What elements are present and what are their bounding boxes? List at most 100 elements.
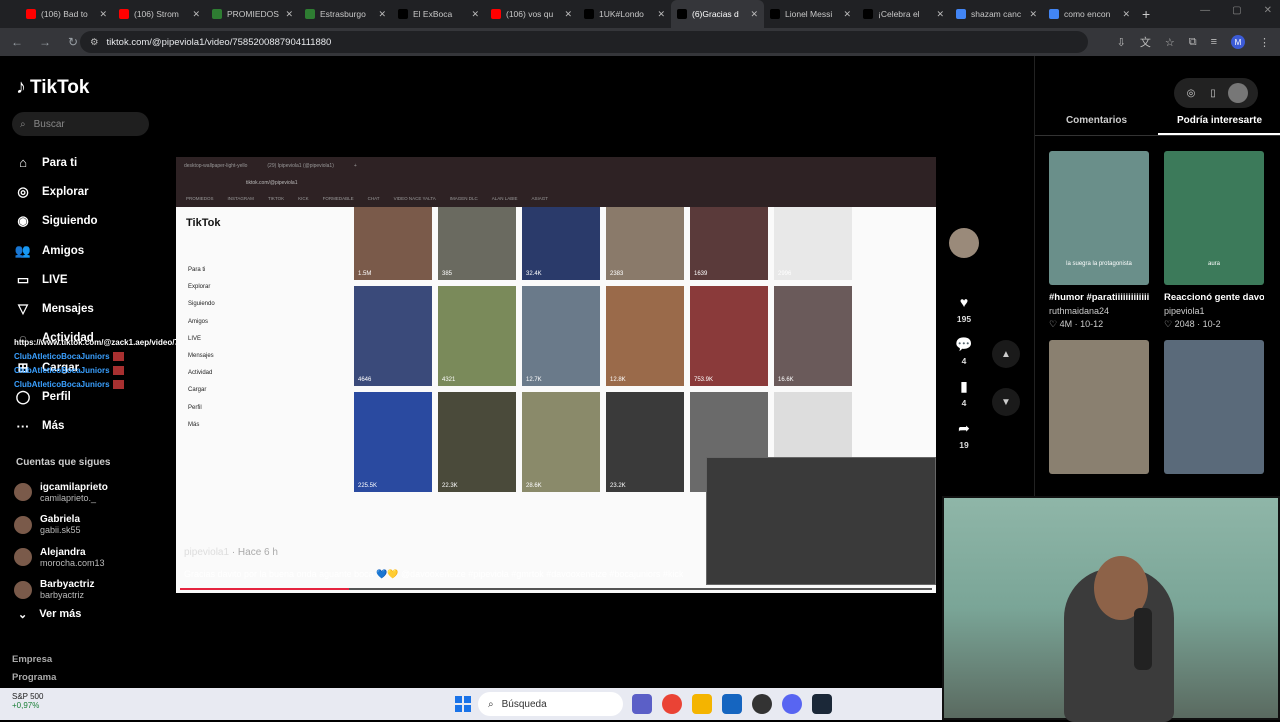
creator-avatar[interactable] [949, 228, 979, 258]
recommended-card[interactable] [1164, 340, 1264, 474]
recommended-card[interactable]: la suegra la protagonista #humor #paratii… [1049, 151, 1149, 330]
tab-close-icon[interactable]: ✕ [936, 9, 944, 20]
video-inner-tile-count: 32.4K [526, 271, 542, 277]
browser-tab[interactable]: Lionel Messi ✕ [764, 0, 857, 28]
next-video-button[interactable]: ▼ [992, 388, 1020, 416]
following-item[interactable]: igcamilaprieto camilaprieto._ [14, 476, 108, 509]
search-input[interactable]: ⌕ Buscar [12, 112, 149, 136]
browser-tab[interactable]: El ExBoca ✕ [392, 0, 485, 28]
comment-count: 4 [961, 356, 967, 366]
browser-tab[interactable]: (106) vos qu ✕ [485, 0, 578, 28]
card-title: Reaccionó gente davoo... [1164, 292, 1264, 303]
close-window-icon[interactable]: ✕ [1264, 5, 1272, 16]
card-user[interactable]: ruthmaidana24 [1049, 306, 1149, 316]
video-inner-tile-count: 2996 [778, 271, 792, 277]
tab-close-icon[interactable]: ✕ [1122, 9, 1130, 20]
browser-tab[interactable]: Estrasburgo ✕ [299, 0, 392, 28]
video-player[interactable]: desktop-wallpaper-light-yello (29) Ipipev… [176, 157, 936, 593]
store-icon[interactable] [722, 694, 742, 714]
video-scroll-controls: ▲ ▼ [992, 340, 1020, 416]
tab-close-icon[interactable]: ✕ [99, 9, 107, 20]
install-icon[interactable]: ⇩ [1117, 36, 1126, 49]
obs-icon[interactable] [752, 694, 772, 714]
following-item[interactable]: Gabriela gabii.sk55 [14, 509, 108, 542]
footer-link[interactable]: Empresa [12, 651, 56, 669]
nav-item-compass[interactable]: ◎ Explorar [14, 177, 98, 206]
video-thumbnail[interactable] [1164, 340, 1264, 474]
browser-tab[interactable]: (106) Strom ✕ [113, 0, 206, 28]
microphone-icon [1134, 608, 1152, 670]
footer-link[interactable]: Programa [12, 669, 56, 687]
nav-item-more[interactable]: ··· Más [14, 412, 98, 441]
tab-close-icon[interactable]: ✕ [564, 9, 572, 20]
comment-icon: 💬 [955, 335, 973, 352]
device-icon[interactable]: ▯ [1206, 86, 1220, 100]
save-button[interactable]: ▮ 4 [949, 374, 979, 409]
chrome-icon[interactable] [662, 694, 682, 714]
back-icon[interactable]: ← [10, 35, 24, 49]
reload-icon[interactable]: ↻ [66, 35, 80, 49]
comment-button[interactable]: 💬 4 [949, 332, 979, 367]
tab-close-icon[interactable]: ✕ [471, 9, 479, 20]
recommended-card[interactable]: aura Reaccionó gente davoo... pipeviola1 ♡ … [1164, 151, 1264, 330]
minimize-icon[interactable]: — [1200, 5, 1210, 16]
tab-close-icon[interactable]: ✕ [750, 9, 758, 20]
coin-icon[interactable]: ◎ [1184, 86, 1198, 100]
url-field[interactable]: ⚙ tiktok.com/@pipeviola1/video/758520088… [80, 31, 1088, 53]
translate-icon[interactable]: 文 [1140, 34, 1151, 50]
browser-tab[interactable]: (106) Bad to ✕ [20, 0, 113, 28]
tab-close-icon[interactable]: ✕ [378, 9, 386, 20]
windows-start-icon[interactable] [455, 696, 471, 712]
new-tab-button[interactable]: + [1142, 6, 1150, 22]
nav-item-home[interactable]: ⌂ Para ti [14, 148, 98, 177]
tab-close-icon[interactable]: ✕ [192, 9, 200, 20]
see-more-button[interactable]: ⌄ Ver más [18, 608, 81, 621]
like-button[interactable]: ♥ 195 [949, 290, 979, 324]
forward-icon[interactable]: → [38, 35, 52, 49]
browser-tab[interactable]: ¡Celebra el ✕ [857, 0, 950, 28]
media-icon[interactable]: ≡ [1211, 36, 1217, 48]
card-user[interactable]: pipeviola1 [1164, 306, 1264, 316]
nav-item-friends[interactable]: 👥 Amigos [14, 236, 98, 265]
previous-video-button[interactable]: ▲ [992, 340, 1020, 368]
bookmark-star-icon[interactable]: ☆ [1165, 36, 1175, 49]
video-thumbnail[interactable]: la suegra la protagonista [1049, 151, 1149, 285]
video-author[interactable]: pipeviola1 · Hace 6 h [184, 547, 278, 558]
recommended-card[interactable] [1049, 340, 1149, 474]
teams-icon[interactable] [632, 694, 652, 714]
browser-tab[interactable]: shazam canc ✕ [950, 0, 1043, 28]
file-explorer-icon[interactable] [692, 694, 712, 714]
tab-close-icon[interactable]: ✕ [285, 9, 293, 20]
taskbar-search[interactable]: ⌕ Búsqueda [478, 692, 623, 716]
browser-tab[interactable]: 1UK#Londo ✕ [578, 0, 671, 28]
main-nav: ⌂ Para ti ◎ Explorar ◉ Siguiendo 👥 Amigos ▭ LIVE ▽… [14, 148, 98, 441]
panel-tab[interactable]: Podría interesarte [1158, 108, 1280, 135]
browser-tab[interactable]: PROMIEDOS ✕ [206, 0, 299, 28]
following-item[interactable]: Alejandra morocha.com13 [14, 541, 108, 574]
stock-widget[interactable]: S&P 500 +0,97% [12, 692, 43, 710]
extensions-icon[interactable]: ⧉ [1189, 36, 1197, 49]
following-item[interactable]: Barbyactriz barbyactriz [14, 574, 108, 607]
maximize-icon[interactable]: ▢ [1232, 5, 1241, 16]
tab-close-icon[interactable]: ✕ [657, 9, 665, 20]
discord-icon[interactable] [782, 694, 802, 714]
tiktok-logo[interactable]: ♪ TikTok [16, 76, 89, 99]
tab-close-icon[interactable]: ✕ [843, 9, 851, 20]
nav-item-following[interactable]: ◉ Siguiendo [14, 207, 97, 236]
nav-item-live[interactable]: ▭ LIVE [14, 265, 98, 294]
action-rail: ♥ 195 💬 4 ▮ 4 ➦ 19 [946, 228, 982, 450]
steam-icon[interactable] [812, 694, 832, 714]
profile-avatar[interactable]: M [1231, 35, 1245, 49]
nav-item-messages[interactable]: ▽ Mensajes [14, 294, 98, 323]
user-avatar[interactable] [1228, 83, 1248, 103]
video-progress-bar[interactable] [180, 588, 932, 590]
menu-icon[interactable]: ⋮ [1259, 36, 1270, 49]
site-info-icon[interactable]: ⚙ [90, 37, 99, 48]
tab-close-icon[interactable]: ✕ [1029, 9, 1037, 20]
browser-tab[interactable]: (6)Gracias d ✕ [671, 0, 764, 28]
video-thumbnail[interactable]: aura [1164, 151, 1264, 285]
panel-tab[interactable]: Comentarios [1035, 108, 1158, 135]
share-button[interactable]: ➦ 19 [949, 416, 979, 451]
browser-tab[interactable]: como encon ✕ [1043, 0, 1136, 28]
video-thumbnail[interactable] [1049, 340, 1149, 474]
